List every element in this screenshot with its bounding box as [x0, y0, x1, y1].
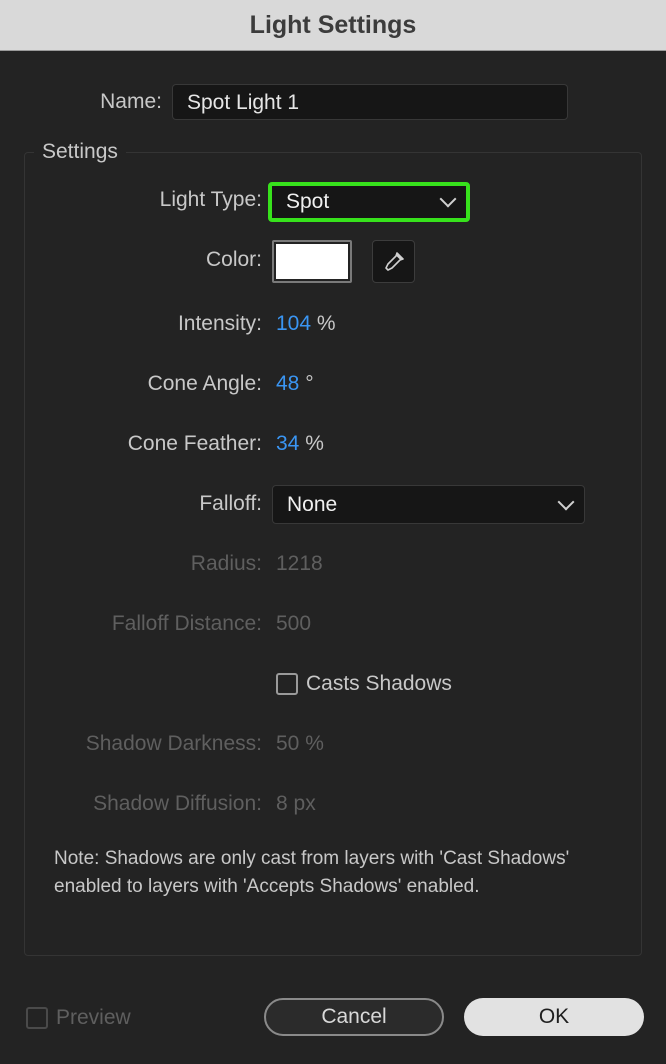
preview-label: Preview [56, 1006, 131, 1029]
preview-checkbox[interactable] [26, 1007, 48, 1029]
light-type-select[interactable]: Spot [268, 182, 470, 222]
intensity-field: 104 % [276, 312, 336, 336]
falloff-value: None [287, 492, 338, 516]
casts-shadows-label: Casts Shadows [306, 672, 452, 695]
color-swatch-fill [276, 244, 348, 279]
cancel-button[interactable]: Cancel [264, 998, 444, 1036]
intensity-unit: % [316, 312, 336, 335]
shadow-diffusion-label: Shadow Diffusion: [93, 792, 262, 815]
name-input[interactable]: Spot Light 1 [172, 84, 568, 120]
radius-value: 1218 [276, 552, 323, 575]
falloff-distance-label: Falloff Distance: [111, 612, 262, 635]
shadows-note: Note: Shadows are only cast from layers … [54, 848, 570, 897]
intensity-label: Intensity: [177, 312, 262, 335]
radius-label: Radius: [190, 552, 262, 575]
settings-group-title: Settings [34, 140, 126, 164]
color-label: Color: [205, 248, 262, 271]
shadow-diffusion-value: 8 px [276, 792, 316, 815]
cone-feather-label: Cone Feather: [127, 432, 262, 455]
falloff-label: Falloff: [199, 492, 262, 515]
name-label: Name: [100, 90, 162, 113]
chevron-down-icon [439, 190, 457, 208]
ok-button[interactable]: OK [464, 998, 644, 1036]
falloff-distance-value: 500 [276, 612, 312, 635]
light-type-value: Spot [286, 190, 330, 213]
cone-angle-field: 48 ° [276, 372, 314, 396]
cone-angle-unit: ° [305, 372, 314, 395]
color-swatch[interactable] [272, 240, 352, 283]
casts-shadows-checkbox[interactable] [276, 673, 298, 695]
cone-feather-unit: % [305, 432, 324, 455]
shadow-darkness-label: Shadow Darkness: [85, 732, 262, 755]
dialog-title-bar: Light Settings [0, 0, 666, 51]
eyedropper-icon [384, 251, 404, 271]
intensity-value[interactable]: 104 [276, 312, 311, 335]
preview-toggle[interactable]: Preview [26, 1006, 131, 1030]
falloff-select[interactable]: None [272, 485, 585, 524]
casts-shadows-toggle[interactable]: Casts Shadows [276, 672, 452, 696]
shadow-darkness-value: 50 % [276, 732, 324, 755]
cone-angle-label: Cone Angle: [147, 372, 262, 395]
cone-angle-value[interactable]: 48 [276, 372, 299, 395]
light-type-label: Light Type: [159, 188, 262, 211]
eyedropper-button[interactable] [372, 240, 415, 283]
chevron-down-icon [557, 493, 575, 510]
cone-feather-field: 34 % [276, 432, 324, 456]
cone-feather-value[interactable]: 34 [276, 432, 299, 455]
dialog-title: Light Settings [249, 10, 417, 39]
